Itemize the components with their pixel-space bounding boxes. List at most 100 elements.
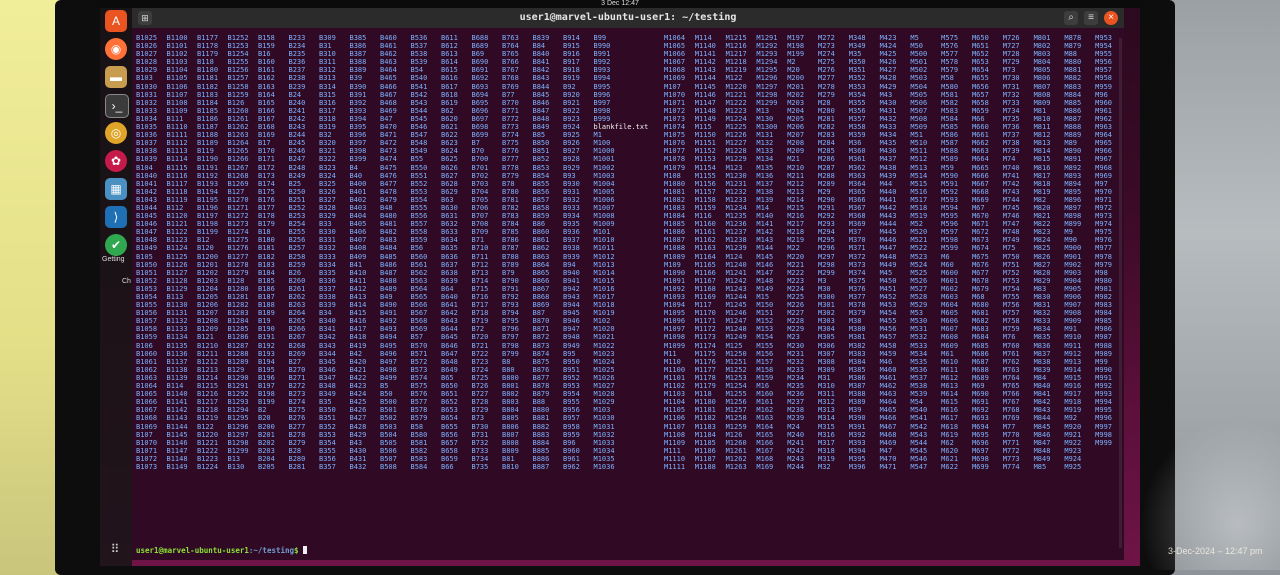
file-entry: M1141 xyxy=(694,50,716,59)
file-entry: B344 xyxy=(319,349,336,358)
file-entry: M541 xyxy=(910,414,928,423)
file-entry: B1298 xyxy=(227,438,249,447)
file-entry: M208 xyxy=(787,139,805,148)
file-entry: B707 xyxy=(471,212,489,221)
file-entry: M1215 xyxy=(725,34,747,42)
rhythmbox-icon[interactable]: ◎ xyxy=(105,122,127,144)
file-entry: B162 xyxy=(258,74,275,83)
terminal-window[interactable]: ⊞ user1@marvel-ubuntu-user1: ~/testing ⌕… xyxy=(132,8,1124,560)
file-entry: M155 xyxy=(756,341,774,350)
file-entry: B470 xyxy=(380,123,397,132)
file-entry: B626 xyxy=(441,163,458,172)
file-entry: B273 xyxy=(288,390,306,399)
file-entry: M438 xyxy=(879,163,897,172)
file-entry: M651 xyxy=(971,42,989,51)
file-entry: M694 xyxy=(971,422,989,431)
file-entry: B113 xyxy=(166,293,184,301)
file-entry: B320 xyxy=(319,139,336,148)
search-icon[interactable]: ⌕ xyxy=(1064,11,1078,25)
file-entry: B1183 xyxy=(197,90,219,99)
file-entry: B415 xyxy=(349,309,367,318)
file-entry: B1042 xyxy=(136,187,158,196)
image-viewer-icon[interactable]: ▦ xyxy=(105,178,127,200)
file-entry: B573 xyxy=(410,365,428,374)
file-entry: M1256 xyxy=(725,398,747,407)
files-icon[interactable]: ▬ xyxy=(105,66,127,88)
file-entry: B333 xyxy=(319,252,336,261)
file-entry: B111 xyxy=(166,114,184,123)
firefox-icon[interactable]: ◉ xyxy=(105,38,127,60)
file-entry: B868 xyxy=(532,293,550,301)
listing-row: B1029 B1104 B1180 B1256 B161 B237 B312 B389 B464… xyxy=(136,66,624,74)
file-entry: M122 xyxy=(725,74,743,83)
file-entry: B1104 xyxy=(166,66,188,75)
file-entry: M451 xyxy=(879,284,897,293)
file-entry: M23 xyxy=(787,333,800,342)
file-entry: M1244 xyxy=(725,293,747,301)
file-entry: B1191 xyxy=(197,163,219,172)
file-entry: B702 xyxy=(471,171,489,180)
file-entry: B842 xyxy=(532,66,550,75)
terminal-icon[interactable]: ›_ xyxy=(105,94,129,118)
vscode-icon[interactable]: ⟩ xyxy=(105,206,127,228)
close-icon[interactable]: × xyxy=(1104,11,1118,25)
hamburger-menu-icon[interactable]: ≡ xyxy=(1084,11,1098,25)
file-entry: M22 xyxy=(787,244,800,253)
file-entry: B105 xyxy=(136,252,153,261)
file-entry: B311 xyxy=(319,58,336,67)
file-entry: B1177 xyxy=(197,34,219,42)
clock[interactable]: 3 Dec 12:47 xyxy=(601,0,639,7)
file-entry: M517 xyxy=(910,195,928,204)
listing-row: M110 M1176 M1251 M157 M232 M308 M384 M46 M535 M61… xyxy=(664,358,1126,366)
raspberry-icon[interactable]: ✿ xyxy=(105,150,127,172)
file-entry: B402 xyxy=(349,195,367,204)
terminal-output[interactable]: B1025 B1100 B1177 B1252 B158 B233 B309 B385 B460… xyxy=(136,34,1120,554)
file-entry: B933 xyxy=(563,203,580,212)
getting-started-icon[interactable]: ✔ xyxy=(105,234,127,256)
file-entry: B169 xyxy=(258,131,275,140)
file-entry: B1034 xyxy=(136,114,158,123)
file-entry: M441 xyxy=(879,195,897,204)
file-entry: B1025 xyxy=(136,34,158,42)
file-entry: B84 xyxy=(532,42,546,51)
file-entry: M110 xyxy=(664,357,681,366)
terminal-header[interactable]: ⊞ user1@marvel-ubuntu-user1: ~/testing ⌕… xyxy=(132,8,1124,28)
listing-row: M1069 M1144 M122 M1296 M200 M277 M352 M428 M503 M… xyxy=(664,74,1126,82)
file-entry: B73 xyxy=(471,414,485,423)
file-entry: M822 xyxy=(1033,220,1051,229)
file-entry: M276 xyxy=(817,66,835,75)
file-entry: M826 xyxy=(1033,252,1051,261)
listing-row: M1106 M1182 M1258 M163 M239 M314 M390 M466 M541 M… xyxy=(664,414,1126,422)
file-entry: B1206 xyxy=(197,301,219,310)
file-entry: B929 xyxy=(563,163,580,172)
file-entry: M688 xyxy=(971,365,989,374)
file-entry: M825 xyxy=(1033,244,1051,253)
file-entry: M540 xyxy=(910,406,928,415)
file-entry: M583 xyxy=(941,106,959,115)
file-entry: B17 xyxy=(258,139,271,148)
file-entry: M319 xyxy=(817,454,835,463)
file-entry: B266 xyxy=(288,325,306,334)
file-entry: B859 xyxy=(532,212,550,221)
file-entry: B931 xyxy=(563,187,580,196)
file-entry: B767 xyxy=(502,66,519,75)
file-entry: M235 xyxy=(787,382,805,391)
command-prompt[interactable]: user1@marvel-ubuntu-user1:~/testing$ xyxy=(136,546,308,555)
file-entry: B403 xyxy=(349,203,367,212)
file-entry: B541 xyxy=(410,82,428,91)
app-center-icon[interactable]: A xyxy=(105,10,127,32)
file-entry: B1280 xyxy=(227,284,249,293)
file-entry: M668 xyxy=(971,187,989,196)
file-entry: B201 xyxy=(258,430,275,439)
file-entry: B71 xyxy=(471,236,485,245)
file-entry: B795 xyxy=(502,317,519,326)
file-entry: B876 xyxy=(532,365,550,374)
file-entry: M608 xyxy=(941,333,959,342)
file-entry: M522 xyxy=(910,244,928,253)
scrollbar[interactable] xyxy=(1119,38,1122,548)
file-entry: M1296 xyxy=(756,74,778,83)
apps-grid-icon[interactable]: ⠿ xyxy=(108,542,122,556)
file-entry: B935 xyxy=(563,220,580,229)
listing-row: B1071 B1147 B1222 B1299 B203 B28 B355 B430 B506 B… xyxy=(136,447,624,455)
file-entry: M304 xyxy=(817,325,835,334)
